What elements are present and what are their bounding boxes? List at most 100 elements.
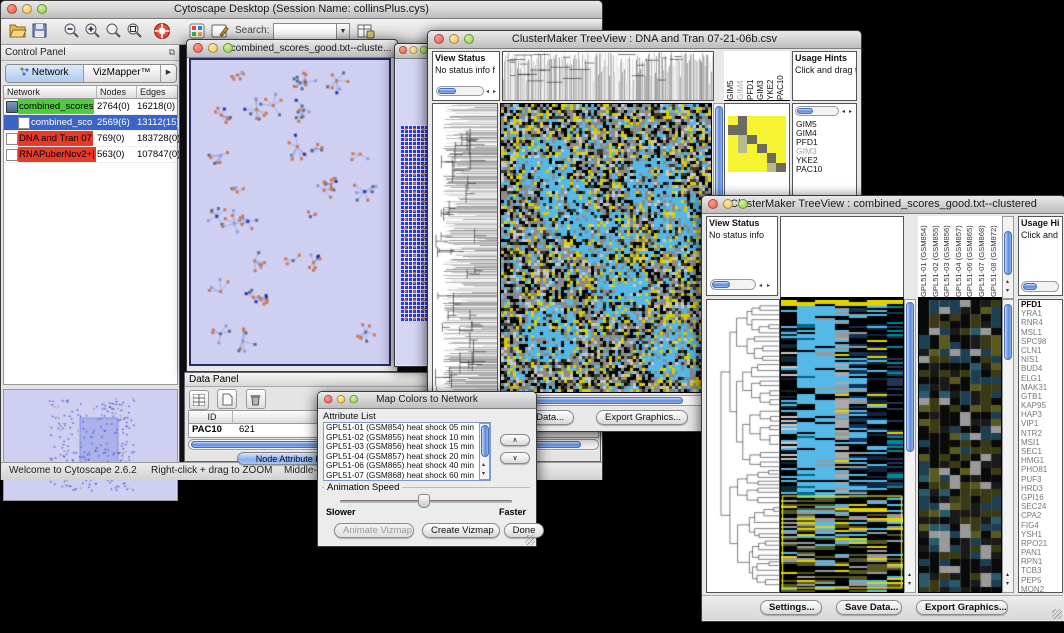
network-table-row[interactable]: combined_scores2764(0)16218(0) [4,99,177,115]
tv2-zoom-heatmap[interactable] [918,299,1002,593]
tv1-row-label[interactable]: PAC10 [796,165,822,174]
tv1-labels-left-arrow[interactable]: ◂ [842,109,845,115]
gene-label[interactable]: MON2 [1021,585,1062,593]
cytoscape-titlebar[interactable]: Cytoscape Desktop (Session Name: collins… [1,1,602,19]
close-button[interactable] [708,199,718,209]
minimize-button[interactable] [22,4,32,14]
treeview1-titlebar[interactable]: ClusterMaker TreeView : DNA and Tran 07-… [428,31,861,49]
close-button[interactable] [193,43,203,53]
tv2-header-vscroll[interactable]: ▴ ▾ [1002,216,1014,299]
gene-label[interactable]: YRA1 [1021,309,1062,318]
gene-label[interactable]: TCB3 [1021,566,1062,575]
minimize-button[interactable] [208,43,218,53]
tv2-hints-hscroll[interactable] [1021,281,1059,292]
tv1-heatmap[interactable] [500,103,712,393]
attribute-list[interactable]: GPL51-01 (GSM854) heat shock 05 min GPL51… [323,422,491,481]
zoom-out-icon[interactable] [63,22,81,40]
tab-vizmapper[interactable]: VizMapper™ [84,65,162,82]
attribute-list-vscroll[interactable]: ▴ ▾ [479,423,490,480]
attribute-browser-icon[interactable] [357,23,375,39]
tv1-column-label[interactable]: GIM3 [756,54,766,100]
zoom-button[interactable] [464,34,474,44]
zoom-fit-icon[interactable] [105,22,123,40]
tabs-overflow-button[interactable]: ▶ [161,65,176,82]
gene-label[interactable]: HMG1 [1021,456,1062,465]
gene-label[interactable]: PUF3 [1021,475,1062,484]
tv2-gene-scroll-down[interactable]: ▾ [1006,581,1009,587]
treeview2-titlebar[interactable]: ClusterMaker TreeView : combined_scores_… [702,196,1064,214]
gene-label[interactable]: CLN1 [1021,346,1062,355]
tv1-button-export-graphics-[interactable]: Export Graphics... [596,410,688,425]
gene-label[interactable]: SEC24 [1021,502,1062,511]
delete-attribute-icon[interactable] [246,389,266,409]
done-button[interactable]: Done [504,523,544,538]
tv2-column-label[interactable]: GPL51-03 (GSM856) [942,216,954,297]
map-dialog-titlebar[interactable]: Map Colors to Network [318,392,536,409]
tv2-column-label[interactable]: GPL51-01 (GSM854) [919,216,931,297]
tv1-column-label[interactable]: PFD1 [746,54,756,100]
attribute-list-item[interactable]: GPL51-01 (GSM854) heat shock 05 min [326,423,476,433]
tv1-column-label[interactable]: GIM5 [726,54,736,100]
gene-label[interactable]: GPI16 [1021,493,1062,502]
column-header-network[interactable]: Network [4,86,97,99]
zoom-in-icon[interactable] [84,22,102,40]
gene-label[interactable]: VIP1 [1021,419,1062,428]
column-header-nodes[interactable]: Nodes [97,86,137,99]
close-button[interactable] [399,46,407,54]
move-up-button[interactable]: ∧ [500,434,530,446]
tv2-button-save-data-[interactable]: Save Data... [836,600,902,615]
search-input[interactable] [273,23,339,40]
tv2-column-label[interactable]: GPL51-04 (GSM857) [954,216,966,297]
gene-label[interactable]: SPC98 [1021,337,1062,346]
search-dropdown-arrow[interactable]: ▼ [336,23,350,40]
gene-label[interactable]: NIS1 [1021,355,1062,364]
tv2-column-label[interactable]: GPL51-08 (GSM872) [989,216,1001,297]
gene-label[interactable]: HAP3 [1021,410,1062,419]
tv2-button-export-graphics-[interactable]: Export Graphics... [916,600,1008,615]
tv2-column-label[interactable]: GPL51-06 (GSM865) [965,216,977,297]
gene-label[interactable]: PEP5 [1021,576,1062,585]
gene-label[interactable]: FIG4 [1021,521,1062,530]
gene-label[interactable]: NTR2 [1021,429,1062,438]
tab-network[interactable]: Network [6,65,84,82]
attribute-list-item[interactable]: GPL51-04 (GSM857) heat shock 20 min [326,452,476,462]
gene-label[interactable]: BUD4 [1021,364,1062,373]
gene-label[interactable]: SEC1 [1021,447,1062,456]
gene-label[interactable]: MSL1 [1021,328,1062,337]
gene-label[interactable]: PAN1 [1021,548,1062,557]
gene-label[interactable]: RPN1 [1021,557,1062,566]
gene-label[interactable]: GTB1 [1021,392,1062,401]
network-canvas[interactable] [191,60,389,364]
zoom-button[interactable] [223,43,233,53]
gene-label[interactable]: KAP95 [1021,401,1062,410]
tv1-labels-right-arrow[interactable]: ▸ [849,109,852,115]
save-icon[interactable] [32,23,48,39]
tv2-heatmap[interactable] [780,299,904,593]
move-down-button[interactable]: ∨ [500,452,530,464]
zoom-button[interactable] [350,395,359,404]
tv2-column-dendrogram[interactable] [780,216,904,299]
attribute-list-item[interactable]: GPL51-03 (GSM856) heat shock 15 min [326,442,476,452]
gene-label[interactable]: PFD1 [1021,300,1062,309]
tv2-vscroll-down[interactable]: ▾ [908,581,911,587]
tv2-gene-vscroll[interactable]: ▴ ▾ [1002,299,1014,593]
tv1-column-label[interactable]: PAC10 [776,54,786,100]
gene-label[interactable]: CPA2 [1021,511,1062,520]
tv2-header-scroll-down[interactable]: ▾ [1006,288,1009,294]
tv2-gene-scroll-up[interactable]: ▴ [1006,572,1009,578]
zoom-button[interactable] [738,199,748,209]
gene-label[interactable]: MAK31 [1021,383,1062,392]
tv2-column-label[interactable]: GPL51-07 (GSM868) [977,216,989,297]
tv2-status-hscroll[interactable] [710,279,756,290]
tv2-status-left-arrow[interactable]: ◂ [759,283,762,289]
tv2-vscroll-up[interactable]: ▴ [908,572,911,578]
gene-label[interactable]: MSI1 [1021,438,1062,447]
help-lifering-icon[interactable] [153,22,171,40]
attr-scroll-down[interactable]: ▾ [482,471,485,477]
speed-slider-thumb[interactable] [418,494,430,508]
minimize-button[interactable] [337,395,346,404]
close-button[interactable] [434,34,444,44]
plugins-icon[interactable] [189,23,205,39]
birdseye-canvas[interactable] [4,390,177,500]
tv1-zoom-matrix[interactable] [728,116,786,172]
